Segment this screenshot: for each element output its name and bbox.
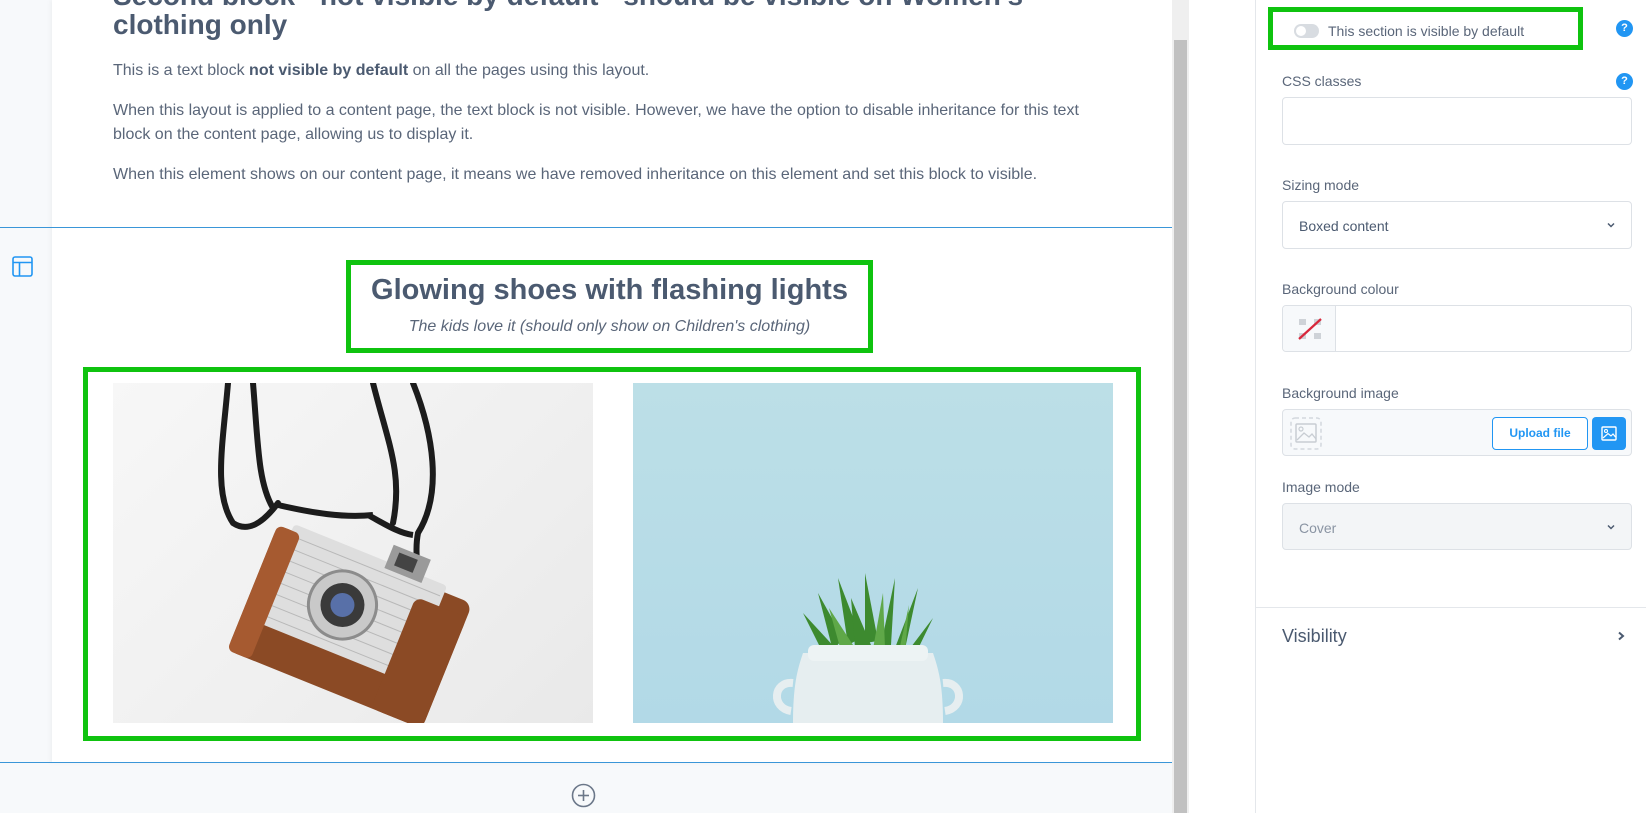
media-library-button[interactable]: [1592, 417, 1626, 450]
block-heading-line2: clothing only: [113, 9, 288, 40]
background-colour-label: Background colour: [1282, 281, 1399, 297]
image-mode-label: Image mode: [1282, 479, 1360, 495]
section-subtitle: The kids love it (should only show on Ch…: [408, 318, 811, 335]
section-divider-top: [0, 227, 1172, 228]
text-paragraph-1: This is a text block not visible by defa…: [113, 59, 1113, 83]
section-divider-bottom: [0, 762, 1172, 763]
image-mode-select[interactable]: Cover: [1282, 503, 1632, 550]
visible-by-default-label: This section is visible by default: [1328, 23, 1525, 39]
help-icon[interactable]: ?: [1616, 73, 1633, 90]
text-paragraph-2: When this layout is applied to a content…: [113, 102, 1079, 143]
panel-gap: [1189, 0, 1255, 813]
upload-file-button[interactable]: Upload file: [1492, 417, 1588, 450]
background-image-field: Upload file: [1282, 409, 1632, 456]
chevron-down-icon: [1607, 222, 1615, 228]
visible-by-default-toggle[interactable]: [1294, 24, 1319, 38]
no-colour-icon: [1298, 318, 1322, 340]
chevron-down-icon: [1607, 524, 1615, 530]
image-placeholder-icon: [1290, 417, 1322, 450]
visible-by-default-row[interactable]: This section is visible by default: [1268, 7, 1583, 50]
para1-text-start: This is a text block: [113, 62, 250, 79]
camera-image[interactable]: [113, 383, 593, 723]
help-icon[interactable]: ?: [1616, 20, 1633, 37]
plant-illustration: [773, 573, 963, 723]
section-title: Glowing shoes with flashing lights: [371, 274, 848, 306]
page-canvas: Second block - not visible by default - …: [0, 0, 1172, 813]
layout-icon[interactable]: [12, 256, 33, 277]
css-classes-input[interactable]: [1282, 97, 1632, 145]
section-title-block[interactable]: Glowing shoes with flashing lights The k…: [346, 260, 873, 353]
colour-swatch[interactable]: [1283, 306, 1336, 351]
para1-text-end: on all the pages using this layout.: [408, 62, 650, 79]
text-paragraph-3: When this element shows on our content p…: [113, 166, 1038, 183]
background-image-label: Background image: [1282, 385, 1399, 401]
background-colour-field[interactable]: [1282, 305, 1632, 352]
sizing-mode-label: Sizing mode: [1282, 177, 1360, 193]
image-mode-value: Cover: [1299, 520, 1337, 536]
plus-circle-icon[interactable]: [571, 783, 596, 808]
camera-illustration: [218, 383, 470, 723]
toggle-knob: [1296, 26, 1306, 36]
css-classes-label: CSS classes: [1282, 73, 1362, 89]
sizing-mode-select[interactable]: Boxed content: [1282, 201, 1632, 249]
visibility-label: Visibility: [1282, 626, 1347, 646]
canvas-scrollbar[interactable]: [1172, 0, 1189, 813]
scrollbar-thumb[interactable]: [1174, 40, 1187, 813]
visibility-accordion[interactable]: Visibility: [1256, 608, 1646, 664]
para1-bold-text: not visible by default: [249, 62, 409, 79]
plant-image[interactable]: [633, 383, 1113, 723]
image-icon: [1601, 426, 1617, 441]
canvas-gutter: [0, 0, 52, 813]
chevron-right-icon: [1618, 631, 1625, 641]
image-gallery-block[interactable]: [83, 367, 1141, 741]
section-settings-panel: This section is visible by default ? CSS…: [1255, 0, 1646, 813]
sizing-mode-value: Boxed content: [1299, 218, 1389, 234]
